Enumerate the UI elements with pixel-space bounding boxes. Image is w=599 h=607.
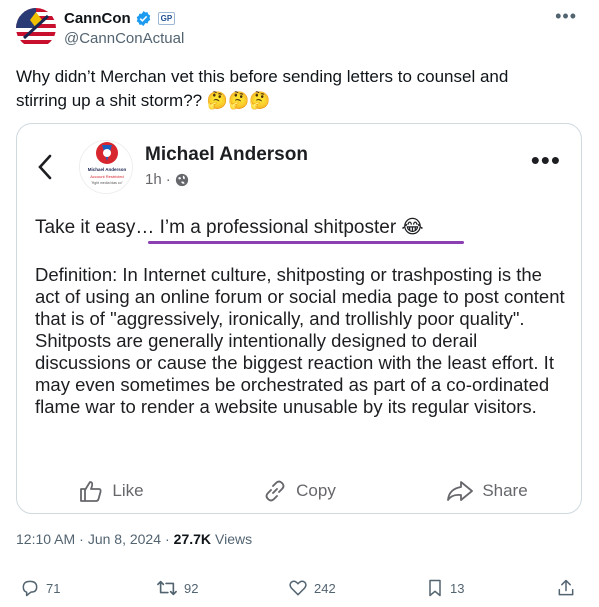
- fb-share-action: Share: [393, 477, 581, 505]
- repost-button[interactable]: 92: [156, 578, 198, 598]
- views-label: Views: [215, 531, 253, 547]
- timestamp-row: 12:10 AM · Jun 8, 2024 · 27.7K Views: [16, 531, 253, 547]
- fb-copy-label: Copy: [296, 481, 336, 500]
- share-button[interactable]: [556, 578, 576, 598]
- svg-text:Michael Anderson: Michael Anderson: [88, 167, 127, 172]
- dot-separator: ·: [165, 171, 171, 188]
- reply-button[interactable]: 71: [20, 578, 60, 598]
- verified-badge-icon: [135, 10, 152, 27]
- tweet-action-bar: 71 92 242 13: [16, 578, 582, 602]
- thumbs-up-icon: [80, 481, 102, 502]
- fb-post-line1: Take it easy… I’m a professional shitpos…: [35, 217, 424, 238]
- reply-count: 71: [46, 580, 61, 596]
- globe-icon: [175, 173, 188, 186]
- affiliate-badge[interactable]: GP: [157, 11, 176, 25]
- svg-text:"fight media bias co": "fight media bias co": [91, 181, 123, 185]
- fb-like-action: Like: [17, 477, 205, 505]
- bookmark-count: 13: [450, 580, 465, 596]
- views-count: 27.7K: [173, 531, 212, 547]
- share-arrow-icon: [447, 481, 474, 501]
- bookmark-icon: [429, 579, 441, 597]
- fb-post-definition: Definition: In Internet culture, shitpos…: [35, 264, 565, 417]
- post-date[interactable]: Jun 8, 2024: [88, 531, 161, 547]
- display-name[interactable]: CannCon: [64, 10, 131, 27]
- post-time[interactable]: 12:10 AM: [16, 531, 75, 547]
- fb-like-label: Like: [112, 481, 144, 500]
- share-icon: [558, 579, 574, 596]
- fb-action-bar: Like Copy Share: [17, 477, 581, 505]
- fb-more-icon: •••: [530, 145, 561, 175]
- handle[interactable]: @CannConActual: [64, 30, 184, 47]
- svg-text:Account Restricted: Account Restricted: [90, 174, 124, 179]
- fb-avatar: Michael Anderson Account Restricted "fig…: [79, 140, 133, 194]
- bookmark-button[interactable]: 13: [426, 578, 464, 598]
- fb-copy-action: Copy: [205, 477, 393, 505]
- repost-icon: [157, 580, 177, 596]
- fb-time-ago: 1h: [145, 171, 162, 188]
- fb-post-meta: 1h ·: [145, 171, 189, 188]
- reply-icon: [22, 580, 38, 597]
- like-count: 242: [314, 580, 336, 596]
- highlight-underline: [148, 241, 464, 244]
- back-chevron-icon: [38, 154, 52, 180]
- repost-count: 92: [184, 580, 199, 596]
- fb-share-label: Share: [482, 481, 528, 500]
- link-icon: [265, 480, 285, 502]
- heart-icon: [289, 580, 307, 596]
- embedded-image[interactable]: Michael Anderson Account Restricted "fig…: [16, 123, 582, 514]
- tweet-text: Why didn’t Merchan vet this before sendi…: [16, 67, 509, 110]
- avatar[interactable]: [16, 8, 56, 48]
- fb-author-name: Michael Anderson: [145, 144, 308, 165]
- like-button[interactable]: 242: [288, 578, 336, 598]
- more-options-icon[interactable]: •••: [555, 7, 577, 25]
